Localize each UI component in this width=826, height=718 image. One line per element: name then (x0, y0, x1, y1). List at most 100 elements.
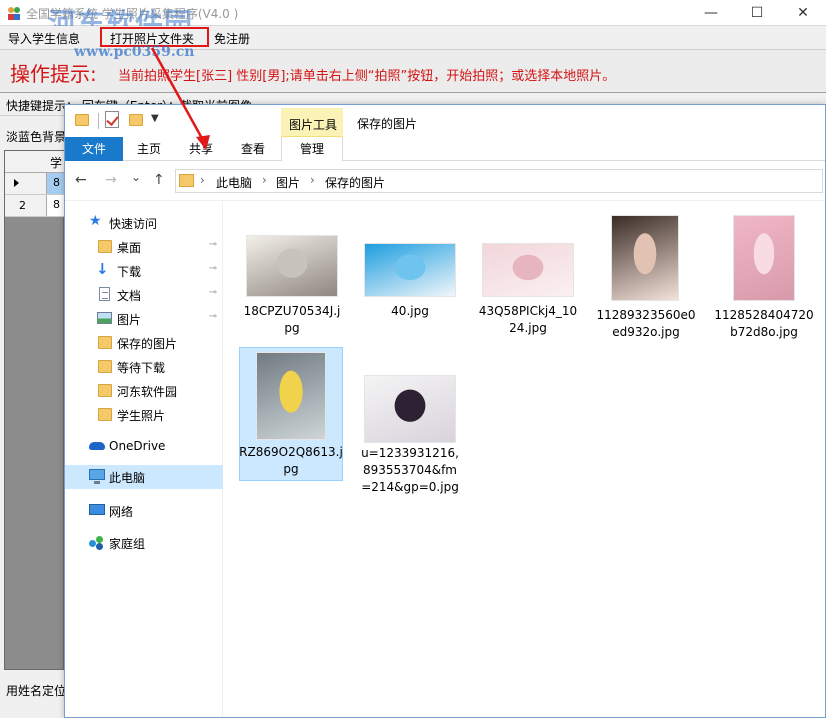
close-button[interactable]: ✕ (780, 0, 826, 26)
thumbnail (482, 243, 574, 297)
divider (98, 113, 99, 129)
row-number: 2 (19, 199, 26, 212)
folder-icon (98, 360, 112, 373)
breadcrumb-separator-icon[interactable]: › (262, 173, 267, 187)
explorer-titlebar: ▼ 图片工具 保存的图片 (65, 105, 825, 137)
onedrive-icon (89, 442, 105, 450)
grid-cell[interactable]: 8 (47, 195, 65, 216)
sidebar-item-documents[interactable]: 文档 ⊸ (65, 283, 223, 307)
folder-icon (98, 408, 112, 421)
this-pc-icon (89, 469, 105, 484)
row-header: 2 (5, 195, 47, 216)
student-grid[interactable]: 学 8 2 8 (4, 150, 65, 670)
navigation-pane: ★ 快速访问 桌面 ⊸ ↓ 下载 ⊸ 文档 ⊸ 图片 ⊸ 保存的图片 等待下载 … (65, 201, 223, 717)
sidebar-item-network[interactable]: 网络 (65, 499, 223, 523)
sidebar-item-homegroup[interactable]: 家庭组 (65, 531, 223, 555)
watermark-url: www.pc0359.cn (74, 44, 195, 60)
file-item[interactable]: RZ869O2Q8613.jpg (239, 347, 343, 481)
menu-free-register[interactable]: 免注册 (214, 30, 250, 47)
sidebar-item-quick-access[interactable]: ★ 快速访问 (65, 211, 223, 235)
file-name: 40.jpg (391, 304, 429, 318)
sidebar-item-label: 图片 (117, 313, 142, 327)
address-bar: ← → ⌄ ↑ › 此电脑 › 图片 › 保存的图片 (65, 161, 825, 201)
name-locate-label: 用姓名定位 (6, 684, 67, 698)
file-item[interactable]: 40.jpg (358, 235, 462, 343)
homegroup-icon (89, 536, 103, 550)
file-item[interactable]: u=1233931216,893553704&fm=214&gp=0.jpg (358, 371, 462, 521)
sidebar-item-hedong[interactable]: 河东软件园 (65, 379, 223, 403)
forward-arrow-icon[interactable]: → (105, 172, 117, 188)
sidebar-item-onedrive[interactable]: OneDrive (65, 435, 223, 459)
breadcrumb-pictures[interactable]: 图片 (276, 174, 300, 191)
sidebar-item-student-photos[interactable]: 学生照片 (65, 403, 223, 427)
thumbnail (246, 235, 338, 297)
sidebar-item-label: 文档 (117, 289, 142, 303)
sidebar-item-this-pc[interactable]: 此电脑 (65, 465, 223, 489)
file-name: 11289323560e0ed932o.jpg (596, 308, 696, 339)
tab-view[interactable]: 查看 (233, 137, 273, 161)
sidebar-item-label: 桌面 (117, 241, 142, 255)
pin-icon: ⊸ (208, 287, 217, 298)
thumbnail (256, 352, 326, 440)
recent-locations-icon[interactable]: ⌄ (131, 170, 141, 184)
sidebar-item-saved-pictures[interactable]: 保存的图片 (65, 331, 223, 355)
tab-share[interactable]: 共享 (181, 137, 221, 161)
row-header (5, 173, 47, 194)
network-icon (89, 504, 105, 515)
chevron-down-icon[interactable]: ▼ (151, 113, 159, 124)
sidebar-item-label: 等待下载 (117, 361, 166, 375)
back-arrow-icon[interactable]: ← (75, 172, 87, 188)
grid-cell[interactable]: 8 (47, 173, 65, 194)
sidebar-item-label: 河东软件园 (117, 385, 178, 399)
breadcrumb-separator-icon[interactable]: › (200, 173, 205, 187)
thumbnail (364, 243, 456, 297)
maximize-button[interactable]: ☐ (734, 0, 780, 26)
file-explorer-window: ▼ 图片工具 保存的图片 文件 主页 共享 查看 管理 ← → ⌄ ↑ › 此电… (64, 104, 826, 718)
download-icon: ↓ (96, 260, 109, 278)
thumbnail (364, 375, 456, 443)
breadcrumb-separator-icon[interactable]: › (310, 173, 315, 187)
folder-icon (98, 240, 112, 253)
color-hint-label: 淡蓝色背景 (6, 130, 67, 144)
pin-icon: ⊸ (208, 311, 217, 322)
folder-icon (179, 174, 194, 187)
sidebar-item-pending-downloads[interactable]: 等待下载 (65, 355, 223, 379)
table-row[interactable]: 8 (5, 173, 65, 195)
file-name: 1128528404720b72d8o.jpg (714, 308, 814, 339)
grid-header-col: 学 (50, 156, 63, 170)
address-input[interactable]: › 此电脑 › 图片 › 保存的图片 (175, 169, 823, 193)
sidebar-item-downloads[interactable]: ↓ 下载 ⊸ (65, 259, 223, 283)
file-item[interactable]: 18CPZU70534J.jpg (240, 235, 344, 343)
new-folder-icon[interactable] (129, 114, 143, 126)
sidebar-item-desktop[interactable]: 桌面 ⊸ (65, 235, 223, 259)
menu-import-students[interactable]: 导入学生信息 (8, 30, 80, 47)
sidebar-item-pictures[interactable]: 图片 ⊸ (65, 307, 223, 331)
app-titlebar: 全国学籍系统 学生照片采集程序(V4.0 ) 河东软件园 — ☐ ✕ (0, 0, 826, 40)
breadcrumb-this-pc[interactable]: 此电脑 (216, 174, 252, 191)
sidebar-item-label: 家庭组 (109, 537, 146, 551)
folder-icon (75, 114, 89, 126)
minimize-button[interactable]: — (688, 0, 734, 26)
file-item[interactable]: 43Q58PICkj4_1024.jpg (476, 235, 580, 343)
star-icon: ★ (89, 213, 102, 229)
file-list: 18CPZU70534J.jpg 40.jpg 43Q58PICkj4_1024… (223, 201, 825, 717)
tab-home[interactable]: 主页 (129, 137, 169, 161)
file-item[interactable]: 1128528404720b72d8o.jpg (712, 211, 816, 343)
properties-icon[interactable] (105, 111, 119, 128)
tab-file[interactable]: 文件 (65, 137, 123, 161)
ribbon-tabs: 文件 主页 共享 查看 管理 (65, 137, 825, 161)
file-name: RZ869O2Q8613.jpg (239, 445, 343, 476)
file-item[interactable]: 11289323560e0ed932o.jpg (594, 211, 698, 343)
grid-header: 学 (5, 151, 65, 173)
folder-icon (98, 384, 112, 397)
picture-tools-label: 图片工具 (289, 118, 338, 132)
file-name: 43Q58PICkj4_1024.jpg (478, 304, 578, 335)
sidebar-item-label: 网络 (109, 505, 134, 519)
table-row[interactable]: 2 8 (5, 195, 65, 217)
up-arrow-icon[interactable]: ↑ (153, 172, 165, 188)
tab-manage[interactable]: 管理 (281, 137, 343, 161)
sidebar-item-label: OneDrive (109, 439, 166, 453)
thumbnail (611, 215, 679, 301)
folder-icon (98, 336, 112, 349)
breadcrumb-saved-pictures[interactable]: 保存的图片 (325, 174, 385, 191)
